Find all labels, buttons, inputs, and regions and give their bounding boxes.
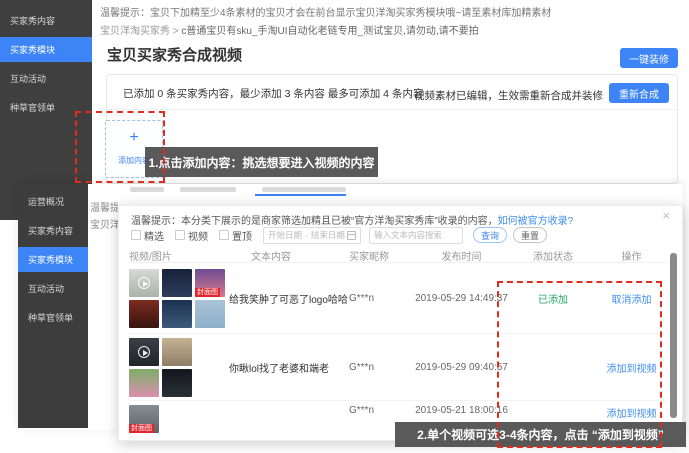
- column-header-1: 文本内容: [229, 248, 349, 263]
- back-sidebar-menu: 买家秀内容买家秀模块互动活动种草官领单: [0, 8, 92, 120]
- breadcrumb-root[interactable]: 宝贝洋淘买家秀: [100, 26, 170, 37]
- checkbox-icon: [131, 230, 141, 240]
- annotation-step2: 2.单个视频可选3-4条内容，点击 “添加到视频”: [395, 422, 686, 447]
- publish-time: 2019-05-21 18:00:16: [414, 405, 509, 416]
- buyer-nick: G***n: [349, 405, 414, 416]
- breadcrumb-current: c普通宝贝有sku_手淘UI自动化老链专用_测试宝贝,请勿动,请不要拍: [181, 26, 478, 37]
- add-status: 已添加: [509, 291, 597, 306]
- active-tab-underline: [255, 194, 346, 196]
- card-divider: [107, 109, 677, 110]
- table-body: 封面图给我笑肿了可恶了logo哈哈G***n2019-05-29 14:49:3…: [129, 262, 666, 441]
- play-icon: [138, 346, 150, 358]
- column-header-0: 视频/图片: [129, 248, 229, 263]
- recompose-button[interactable]: 重新合成: [609, 83, 669, 103]
- back-nav-item-3[interactable]: 种草官领单: [0, 95, 92, 120]
- media-cell: 封面图: [129, 269, 229, 328]
- content-text: 你瞅lol找了老婆和端老: [229, 360, 349, 375]
- tab-placeholder[interactable]: [262, 187, 346, 192]
- page-title: 宝贝买家秀合成视频: [107, 44, 242, 65]
- column-header-3: 发布时间: [414, 248, 509, 263]
- page-warning-text: 温馨提示：宝贝下加精至少4条素材的宝贝才会在前台显示宝贝洋淘买家秀模块哦~请至素…: [100, 4, 551, 19]
- modal-scrollbar[interactable]: [670, 253, 677, 418]
- front-nav-item-1[interactable]: 买家秀内容: [18, 218, 88, 243]
- video-status-text: 视频素材已编辑，生效需重新合成并装修: [414, 88, 603, 103]
- thumbnail-grid: [129, 338, 195, 397]
- table-header-row: 视频/图片文本内容买家昵称发布时间添加状态操作: [129, 248, 666, 263]
- checkbox-icon: [175, 230, 185, 240]
- annotation-step1: 1.点击添加内容：挑选想要进入视频的内容: [145, 147, 378, 177]
- image-thumbnail[interactable]: [129, 300, 159, 328]
- column-header-2: 买家昵称: [349, 248, 414, 263]
- thumbnail-grid: 封面图: [129, 405, 162, 433]
- front-nav-item-4[interactable]: 种草官领单: [18, 305, 88, 330]
- column-header-5: 操作: [597, 248, 666, 263]
- close-icon[interactable]: ×: [662, 208, 670, 223]
- play-icon: [138, 277, 150, 289]
- calendar-icon: [347, 231, 356, 240]
- image-thumbnail[interactable]: [195, 300, 225, 328]
- content-text: 给我笑肿了可恶了logo哈哈: [229, 291, 349, 306]
- media-cell: 封面图: [129, 405, 229, 433]
- filter-checkbox-0[interactable]: 精选: [131, 228, 164, 243]
- back-nav-item-2[interactable]: 互动活动: [0, 66, 92, 91]
- date-range-picker[interactable]: 开始日期 - 结束日期: [263, 227, 361, 244]
- publish-time: 2019-05-29 09:40:57: [414, 362, 509, 373]
- front-nav-item-2[interactable]: 买家秀模块: [18, 247, 88, 272]
- modal-tip: 温馨提示：本分类下展示的是商家筛选加精且已被“官方洋淘买家秀库”收录的内容，如何…: [131, 212, 573, 227]
- tab-placeholder[interactable]: [180, 187, 236, 192]
- image-thumbnail[interactable]: [162, 300, 192, 328]
- query-button[interactable]: 查询: [473, 227, 507, 243]
- image-thumbnail[interactable]: [162, 338, 192, 366]
- filter-checkbox-1[interactable]: 视频: [175, 228, 208, 243]
- filter-row: 精选 视频 置顶 开始日期 - 结束日期 查询 重置: [131, 226, 553, 244]
- column-header-4: 添加状态: [509, 248, 597, 263]
- tab-placeholder[interactable]: [130, 187, 164, 192]
- cover-tag: 封面图: [129, 424, 154, 433]
- clipped-warning-fragment: 温馨提示：: [90, 200, 118, 217]
- clipped-breadcrumb-fragment: 宝贝洋淘买家秀: [90, 217, 118, 234]
- screenshot-stage: 买家秀内容买家秀模块互动活动种草官领单 温馨提示：宝贝下加精至少4条素材的宝贝才…: [0, 0, 689, 453]
- image-thumbnail[interactable]: [129, 369, 159, 397]
- date-separator: -: [305, 230, 308, 240]
- cover-tag: 封面图: [195, 288, 220, 297]
- video-thumbnail[interactable]: [129, 338, 159, 366]
- checkbox-icon: [219, 230, 229, 240]
- added-summary: 已添加 0 条买家秀内容，最少添加 3 条内容 最多可添加 4 条内容: [123, 86, 423, 101]
- date-start-placeholder: 开始日期: [268, 229, 302, 241]
- one-key-decorate-button[interactable]: 一键装修: [620, 48, 678, 68]
- image-thumbnail[interactable]: [162, 369, 192, 397]
- video-thumbnail[interactable]: [129, 269, 159, 297]
- row-action-link[interactable]: 取消添加: [597, 291, 666, 306]
- table-row: 你瞅lol找了老婆和端老G***n2019-05-29 09:40:57 添加到视…: [129, 334, 666, 401]
- row-action-link[interactable]: 添加到视频: [597, 360, 666, 375]
- checkbox-label: 置顶: [232, 228, 252, 243]
- thumbnail-grid: 封面图: [129, 269, 228, 328]
- image-thumbnail[interactable]: 封面图: [195, 269, 225, 297]
- row-action-link[interactable]: 添加到视频: [597, 405, 666, 420]
- image-thumbnail[interactable]: [162, 269, 192, 297]
- date-end-placeholder: 结束日期: [311, 229, 345, 241]
- publish-time: 2019-05-29 14:49:37: [414, 293, 509, 304]
- media-cell: [129, 338, 229, 397]
- checkbox-label: 视频: [188, 228, 208, 243]
- filter-checkbox-2[interactable]: 置顶: [219, 228, 252, 243]
- reset-button[interactable]: 重置: [513, 227, 547, 243]
- front-nav-item-0[interactable]: 运营概况: [18, 189, 88, 214]
- table-row: 封面图给我笑肿了可恶了logo哈哈G***n2019-05-29 14:49:3…: [129, 262, 666, 334]
- content-picker-modal: × 温馨提示：本分类下展示的是商家筛选加精且已被“官方洋淘买家秀库”收录的内容，…: [118, 205, 683, 441]
- front-sidebar-menu: 运营概况买家秀内容买家秀模块互动活动种草官领单: [18, 189, 88, 330]
- breadcrumb-separator: >: [173, 26, 179, 37]
- search-input[interactable]: [369, 227, 463, 244]
- breadcrumb: 宝贝洋淘买家秀 > c普通宝贝有sku_手淘UI自动化老链专用_测试宝贝,请勿动…: [100, 22, 479, 37]
- buyer-nick: G***n: [349, 362, 414, 373]
- clipped-text-fragments: 温馨提示： 宝贝洋淘买家秀: [90, 200, 118, 242]
- back-nav-item-0[interactable]: 买家秀内容: [0, 8, 92, 33]
- buyer-nick: G***n: [349, 293, 414, 304]
- filter-checkbox-group: 精选 视频 置顶: [131, 228, 263, 243]
- image-thumbnail[interactable]: 封面图: [129, 405, 159, 433]
- front-sidebar: 运营概况买家秀内容买家秀模块互动活动种草官领单: [18, 184, 88, 428]
- checkbox-label: 精选: [144, 228, 164, 243]
- front-nav-item-3[interactable]: 互动活动: [18, 276, 88, 301]
- back-nav-item-1[interactable]: 买家秀模块: [0, 37, 92, 62]
